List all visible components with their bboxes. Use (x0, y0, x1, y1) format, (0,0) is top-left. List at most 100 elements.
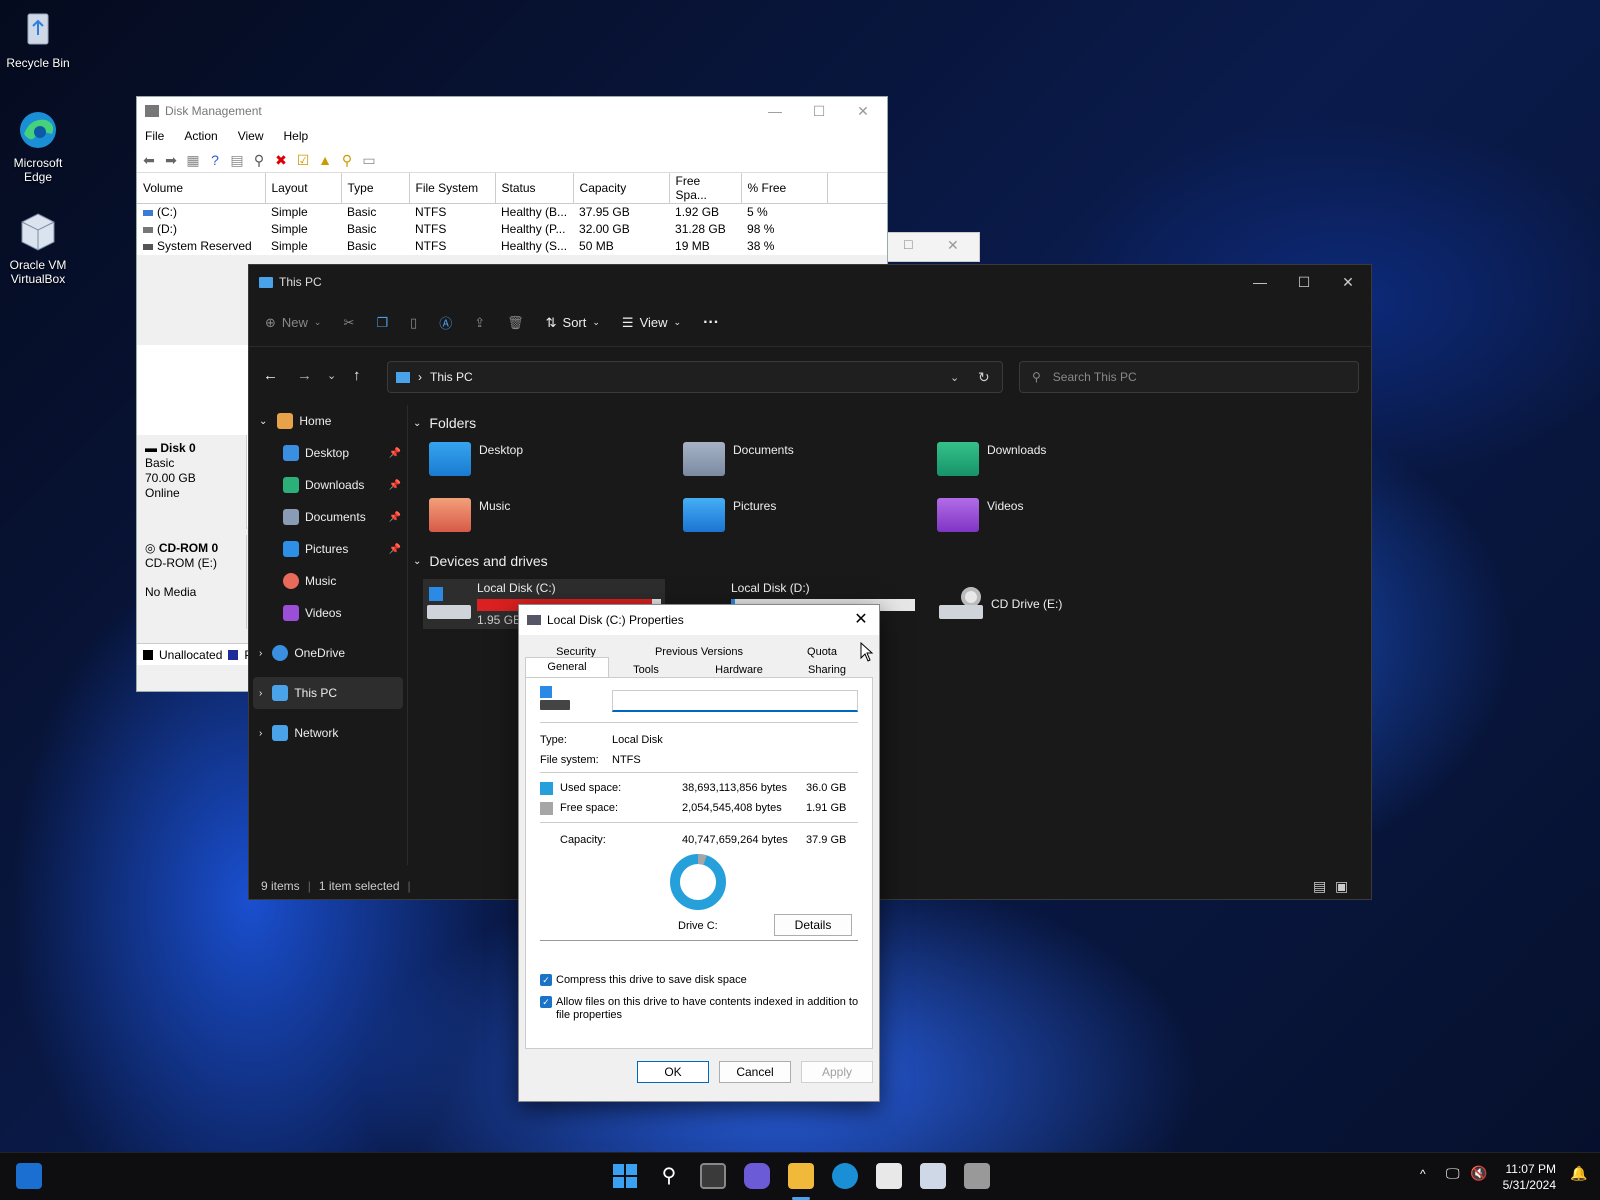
large-icons-view-icon[interactable]: ▣ (1335, 878, 1348, 895)
column-type[interactable]: Type (341, 173, 410, 204)
refresh-icon[interactable]: ↻ (978, 369, 990, 386)
folder-pictures[interactable]: Pictures (683, 491, 923, 539)
disk-0-label[interactable]: ▬ Disk 0 Basic 70.00 GB Online (137, 435, 247, 529)
maximize-button[interactable]: ☐ (1281, 265, 1327, 299)
close-icon[interactable]: ✕ (947, 237, 959, 254)
close-button[interactable]: ✕ (841, 97, 885, 125)
delete-icon[interactable]: ✖ (273, 152, 289, 168)
details-button[interactable]: Details (774, 914, 852, 936)
nav-item-downloads[interactable]: Downloads 📌 (249, 469, 407, 501)
settings-list-icon[interactable]: ▭ (361, 152, 377, 168)
nav-item-home[interactable]: ⌄ Home (249, 405, 407, 437)
widgets-icon[interactable] (16, 1163, 42, 1189)
nav-item-videos[interactable]: Videos (249, 597, 407, 629)
new-button[interactable]: ⊕ New ⌄ (265, 315, 321, 331)
task-view-icon[interactable] (700, 1163, 726, 1189)
rename-button[interactable]: Ⓐ (439, 313, 452, 332)
tab-previous-versions[interactable]: Previous Versions (633, 643, 765, 661)
forward-arrow-icon[interactable]: → (297, 367, 312, 384)
notification-icon[interactable]: 🔔 (1570, 1165, 1587, 1182)
start-button[interactable] (612, 1163, 638, 1189)
menu-file[interactable]: File (143, 129, 166, 143)
desktop-icon-recycle-bin[interactable]: Recycle Bin (0, 8, 76, 70)
nav-item-desktop[interactable]: Desktop 📌 (249, 437, 407, 469)
pin-icon[interactable]: 📌 (389, 448, 401, 459)
menu-view[interactable]: View (236, 129, 266, 143)
show-hide-tree-icon[interactable]: ▦ (185, 152, 201, 168)
breadcrumb[interactable]: This PC (430, 370, 473, 384)
nav-item-music[interactable]: Music (249, 565, 407, 597)
search-icon[interactable]: ⚲ (656, 1163, 682, 1189)
search-folder-icon[interactable]: ⚲ (339, 152, 355, 168)
recent-locations-icon[interactable]: ⌄ (327, 369, 336, 382)
cdrom-0-label[interactable]: ◎ CD-ROM 0 CD-ROM (E:) No Media (137, 535, 247, 629)
nav-item-network[interactable]: › Network (249, 717, 407, 749)
drives-section-header[interactable]: ⌄ Devices and drives (413, 553, 548, 569)
edge-icon[interactable] (832, 1163, 858, 1189)
back-arrow-icon[interactable]: ⬅ (141, 152, 157, 168)
table-row[interactable]: System Reserved Simple Basic NTFS Health… (137, 238, 887, 255)
ok-button[interactable]: OK (637, 1061, 709, 1083)
sort-button[interactable]: ⇅ Sort ⌄ (546, 315, 600, 331)
help-icon[interactable]: ? (207, 152, 223, 168)
folder-up-icon[interactable]: ▲ (317, 152, 333, 168)
share-button[interactable]: ⇪ (474, 315, 485, 331)
pin-icon[interactable]: 📌 (389, 512, 401, 523)
column-free-space[interactable]: Free Spa... (669, 173, 742, 204)
pin-icon[interactable]: 📌 (389, 480, 401, 491)
tray-overflow-icon[interactable]: ^ (1420, 1167, 1426, 1181)
details-view-icon[interactable]: ▤ (1313, 878, 1326, 895)
table-row[interactable]: (D:) Simple Basic NTFS Healthy (P... 32.… (137, 221, 887, 238)
maximize-button[interactable]: ☐ (797, 97, 841, 125)
close-button[interactable]: ✕ (843, 605, 879, 635)
view-button[interactable]: ☰ View ⌄ (622, 315, 681, 331)
paste-button[interactable]: ▯ (410, 315, 417, 331)
nav-item-onedrive[interactable]: › OneDrive (249, 637, 407, 669)
connect-icon[interactable]: ⚲ (251, 152, 267, 168)
folder-music[interactable]: Music (429, 491, 669, 539)
apply-button[interactable]: Apply (801, 1061, 873, 1083)
column-percent-free[interactable]: % Free (741, 173, 828, 204)
nav-item-this-pc[interactable]: › This PC (253, 677, 403, 709)
copy-button[interactable]: ❐ (376, 315, 388, 331)
nav-item-pictures[interactable]: Pictures 📌 (249, 533, 407, 565)
virtualbox-icon[interactable] (920, 1163, 946, 1189)
compress-checkbox[interactable]: ✓ (540, 974, 552, 986)
column-file-system[interactable]: File System (409, 173, 496, 204)
pane-divider[interactable] (407, 405, 408, 865)
network-tray-icon[interactable]: 🖵 (1446, 1165, 1460, 1182)
minimize-button[interactable]: — (1237, 265, 1283, 299)
check-icon[interactable]: ☑ (295, 152, 311, 168)
column-capacity[interactable]: Capacity (573, 173, 670, 204)
up-arrow-icon[interactable]: ↑ (353, 367, 361, 384)
folder-documents[interactable]: Documents (683, 435, 923, 483)
folder-downloads[interactable]: Downloads (937, 435, 1177, 483)
index-checkbox[interactable]: ✓ (540, 996, 552, 1008)
close-button[interactable]: ✕ (1325, 265, 1371, 299)
chat-icon[interactable] (744, 1163, 770, 1189)
column-layout[interactable]: Layout (265, 173, 342, 204)
tab-quota[interactable]: Quota (783, 643, 861, 661)
clock[interactable]: 11:07 PM 5/31/2024 (1503, 1161, 1556, 1193)
column-volume[interactable]: Volume (137, 173, 266, 204)
desktop-icon-edge[interactable]: Microsoft Edge (0, 108, 76, 184)
drive-e[interactable]: CD Drive (E:) (935, 579, 1115, 629)
cancel-button[interactable]: Cancel (719, 1061, 791, 1083)
file-explorer-icon[interactable] (788, 1163, 814, 1189)
back-arrow-icon[interactable]: ← (263, 367, 278, 384)
pin-icon[interactable]: 📌 (389, 544, 401, 555)
menu-help[interactable]: Help (282, 129, 311, 143)
maximize-icon[interactable]: ☐ (903, 238, 914, 252)
table-row[interactable]: (C:) Simple Basic NTFS Healthy (B... 37.… (137, 204, 887, 221)
search-input[interactable]: ⚲ Search This PC (1019, 361, 1359, 393)
column-status[interactable]: Status (495, 173, 574, 204)
nav-item-documents[interactable]: Documents 📌 (249, 501, 407, 533)
volume-icon[interactable]: 🔇 (1470, 1165, 1487, 1182)
desktop-icon-virtualbox[interactable]: Oracle VM VirtualBox (0, 210, 76, 286)
more-options-button[interactable]: ··· (703, 314, 719, 332)
folder-desktop[interactable]: Desktop (429, 435, 669, 483)
folders-section-header[interactable]: ⌄ Folders (413, 415, 476, 431)
properties-icon[interactable]: ▤ (229, 152, 245, 168)
delete-button[interactable]: 🗑 (507, 315, 524, 331)
tab-general[interactable]: General (525, 657, 609, 679)
